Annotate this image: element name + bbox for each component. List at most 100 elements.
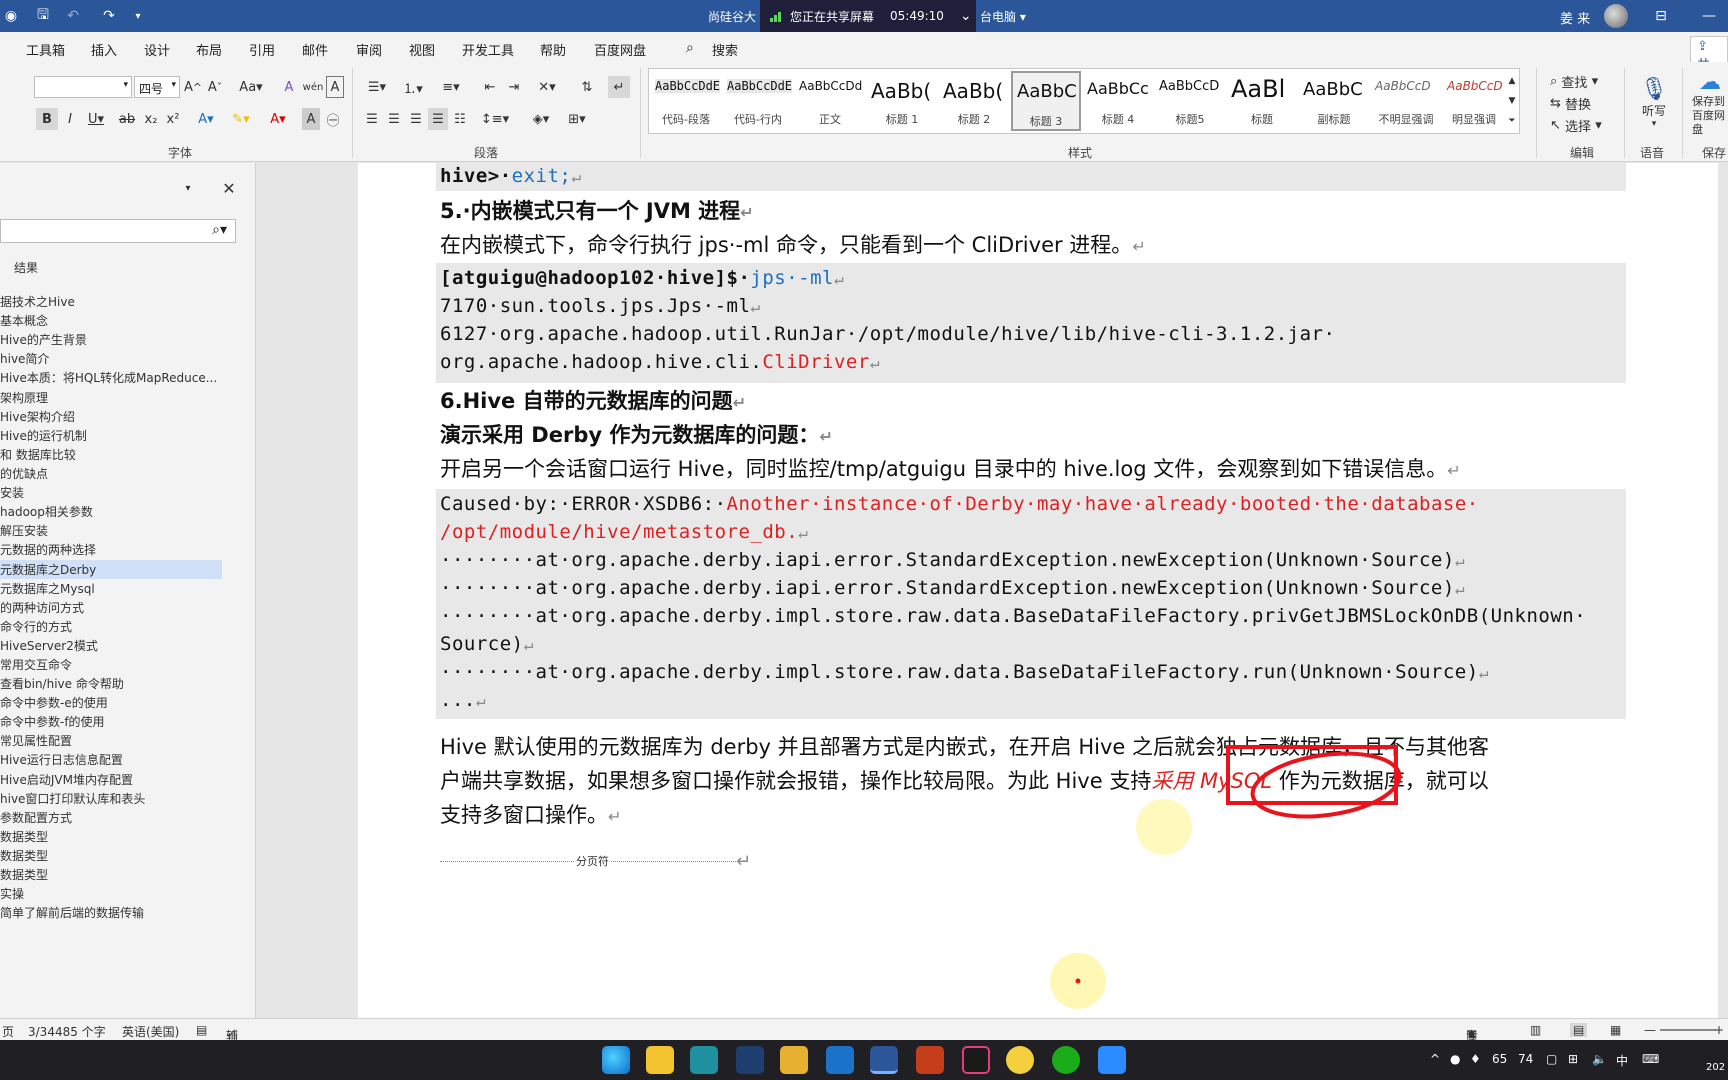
clock-date[interactable]: 202 [1706, 1062, 1725, 1073]
nav-heading-item[interactable]: hadoop相关参数 [0, 503, 93, 520]
edge-browser-icon[interactable] [602, 1046, 630, 1074]
nav-heading-item[interactable]: HiveServer2模式 [0, 637, 98, 654]
tab-insert[interactable]: 插入 [91, 40, 117, 59]
nav-heading-item[interactable]: hive简介 [0, 350, 49, 367]
tab-developer[interactable]: 开发工具 [462, 40, 514, 59]
nav-heading-item[interactable]: 基本概念 [0, 312, 48, 329]
nav-heading-item[interactable]: 的优缺点 [0, 465, 48, 482]
keyboard-icon[interactable]: ⌨ [1642, 1052, 1659, 1066]
nav-options-icon[interactable]: ▾ [180, 177, 196, 199]
style-code-inline[interactable]: AaBbCcDdE 代码-行内 [723, 71, 793, 131]
line-spacing-icon[interactable]: ↕≡▾ [480, 108, 510, 130]
superscript-button[interactable]: x² [164, 108, 182, 130]
word-count[interactable]: 3/34485 个字 [28, 1023, 106, 1040]
nav-heading-item[interactable]: 数据类型 [0, 828, 48, 845]
folder-icon[interactable] [780, 1046, 808, 1074]
style-heading-2[interactable]: AaBb(标题 2 [939, 71, 1009, 131]
terminal-icon[interactable] [736, 1046, 764, 1074]
network-icon[interactable]: ⊞ [1568, 1052, 1578, 1066]
change-case-icon[interactable]: Aa▾ [236, 76, 266, 98]
align-left-icon[interactable]: ☰ [362, 108, 382, 130]
dictate-button[interactable]: 🎙 听写 ▾ [1636, 68, 1672, 138]
nav-heading-item[interactable]: Hive的运行机制 [0, 427, 87, 444]
underline-button[interactable]: U▾ [82, 108, 110, 130]
bullets-icon[interactable]: ☰▾ [362, 76, 392, 98]
zoom-slider[interactable] [1660, 1029, 1716, 1031]
tray-icon[interactable]: ▢ [1546, 1052, 1557, 1066]
nav-heading-item[interactable]: Hive启动JVM堆内存配置 [0, 771, 133, 788]
minimize-icon[interactable]: — [1698, 6, 1720, 26]
zoom-in-icon[interactable]: + [1714, 1023, 1724, 1037]
app-icon[interactable] [690, 1046, 718, 1074]
styles-scroll-up-icon[interactable]: ▲ [1505, 71, 1519, 91]
sort-icon[interactable]: ⇅ [576, 76, 598, 98]
nav-heading-item[interactable]: Hive的产生背景 [0, 331, 87, 348]
ribbon-display-icon[interactable]: ⊟ [1650, 6, 1672, 26]
style-title[interactable]: AaBl 标题 [1227, 71, 1297, 131]
nav-heading-item[interactable]: 架构原理 [0, 389, 48, 406]
clear-format-icon[interactable]: A [280, 76, 298, 98]
select-button[interactable]: ↖ 选择 ▾ [1550, 114, 1614, 136]
nav-heading-item[interactable]: 元数据库之Mysql [0, 580, 95, 597]
tab-layout[interactable]: 布局 [196, 40, 222, 59]
numbering-icon[interactable]: ⒈▾ [398, 76, 428, 98]
phonetic-guide-icon[interactable]: wén [303, 76, 324, 98]
redo-icon[interactable]: ↷ [98, 6, 120, 26]
nav-heading-item[interactable]: 命令中参数-e的使用 [0, 694, 108, 711]
app-p-icon[interactable] [826, 1046, 854, 1074]
find-button[interactable]: ⌕ 查找 ▾ [1550, 70, 1614, 92]
nav-heading-item[interactable]: 查看bin/hive 命令帮助 [0, 675, 124, 692]
font-name-combo[interactable]: ▾ [34, 76, 132, 98]
page-indicator[interactable]: 页 [2, 1023, 14, 1040]
tray-expand-icon[interactable]: ^ [1430, 1052, 1440, 1066]
web-layout-icon[interactable]: ▦ [1610, 1023, 1621, 1037]
nav-heading-item[interactable]: 安装 [0, 484, 24, 501]
style-heading-5[interactable]: AaBbCcD 标题5 [1155, 71, 1225, 131]
nav-heading-item[interactable]: 参数配置方式 [0, 809, 72, 826]
nav-heading-item[interactable]: 据技术之Hive [0, 293, 75, 310]
nav-heading-item[interactable]: 简单了解前后端的数据传输 [0, 904, 144, 921]
nav-heading-item[interactable]: 命令中参数-f的使用 [0, 713, 105, 730]
grow-font-icon[interactable]: A ^ [184, 76, 202, 98]
chevron-down-icon[interactable]: ⌄ [960, 8, 972, 24]
bold-button[interactable]: B [36, 108, 58, 130]
app-icon[interactable] [1006, 1046, 1034, 1074]
tab-mailings[interactable]: 邮件 [302, 40, 328, 59]
style-subtitle[interactable]: AaBbC 副标题 [1299, 71, 1369, 131]
undo-icon[interactable]: ↶ [62, 6, 84, 26]
language-indicator[interactable]: 英语(美国) [122, 1023, 179, 1040]
show-marks-icon[interactable]: ↵ [608, 76, 630, 98]
nav-search-input[interactable]: ⌕▾ [0, 219, 236, 243]
nav-heading-item[interactable]: Hive本质：将HQL转化成MapReduce... [0, 369, 217, 386]
nav-heading-item[interactable]: 数据类型 [0, 847, 48, 864]
save-to-baidu-button[interactable]: ☁ 保存到百度网盘 [1692, 68, 1728, 138]
italic-button[interactable]: I [60, 108, 80, 130]
chinese-layout-icon[interactable]: ✕▾ [532, 76, 562, 98]
tab-references[interactable]: 引用 [249, 40, 275, 59]
nav-heading-item[interactable]: Hive架构介绍 [0, 408, 75, 425]
char-border-icon[interactable]: A [326, 76, 344, 98]
increase-indent-icon[interactable]: ⇥ [504, 76, 524, 98]
borders-icon[interactable]: ⊞▾ [562, 108, 592, 130]
document-page[interactable]: hive>·exit;↵ 5.·内嵌模式只有一个 JVM 进程↵ 在内嵌模式下，… [358, 163, 1718, 1018]
style-heading-4[interactable]: AaBbCc 标题 4 [1083, 71, 1153, 131]
user-name[interactable]: 姜 来 [1560, 8, 1590, 27]
replace-button[interactable]: ⇆ 替换 [1550, 92, 1614, 114]
nav-heading-item[interactable]: 命令行的方式 [0, 618, 72, 635]
align-center-icon[interactable]: ☰ [384, 108, 404, 130]
app-icon[interactable]: ◉ [0, 6, 22, 26]
file-explorer-icon[interactable] [646, 1046, 674, 1074]
text-effects-icon[interactable]: A▾ [192, 108, 220, 130]
search-icon[interactable]: ⌕ [686, 40, 694, 56]
track-changes-icon[interactable]: ▤ [196, 1023, 207, 1037]
read-mode-icon[interactable]: ▥ [1530, 1023, 1541, 1037]
tab-help[interactable]: 帮助 [540, 40, 566, 59]
volume-icon[interactable]: 🔈 [1592, 1052, 1607, 1066]
powerpoint-icon[interactable] [916, 1046, 944, 1074]
decrease-indent-icon[interactable]: ⇤ [480, 76, 500, 98]
highlight-icon[interactable]: ✎▾ [226, 108, 256, 130]
search-icon[interactable]: ⌕▾ [212, 222, 227, 238]
ime-indicator[interactable]: 中 [1616, 1052, 1628, 1069]
style-heading-3[interactable]: AaBbC 标题 3 [1011, 71, 1081, 131]
avatar[interactable] [1604, 4, 1628, 28]
